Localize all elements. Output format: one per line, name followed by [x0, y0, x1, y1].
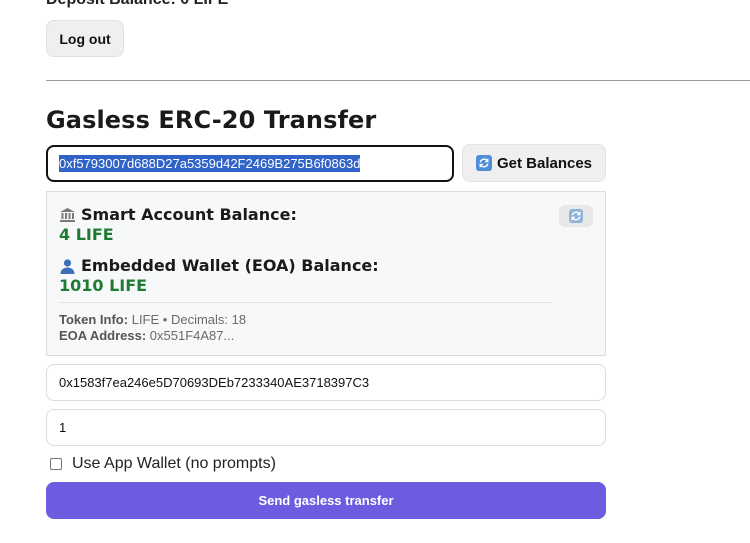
token-address-input[interactable]: 0xf5793007d688D27a5359d42F2469B275B6f086…	[46, 145, 454, 182]
token-info-line: Token Info: LIFE • Decimals: 18	[59, 312, 246, 327]
panel-refresh-button[interactable]	[559, 205, 593, 227]
section-title: Gasless ERC-20 Transfer	[46, 106, 377, 134]
amount-value: 1	[59, 420, 67, 435]
divider	[46, 80, 750, 81]
token-address-value: 0xf5793007d688D27a5359d42F2469B275B6f086…	[59, 155, 361, 172]
amount-input[interactable]: 1	[46, 409, 606, 446]
app-wallet-checkbox[interactable]	[50, 458, 62, 470]
recipient-address-input[interactable]: 0x1583f7ea246e5D70693DEb7233340AE3718397…	[46, 364, 606, 401]
panel-divider	[59, 302, 552, 303]
refresh-icon	[475, 155, 492, 171]
eoa-balance-label: Embedded Wallet (EOA) Balance:	[81, 256, 379, 275]
token-info-value: LIFE • Decimals: 18	[131, 312, 247, 327]
get-balances-label: Get Balances	[496, 154, 593, 172]
eoa-address-value: 0x551F4A87...	[149, 328, 235, 343]
app-wallet-label: Use App Wallet (no prompts)	[72, 455, 276, 472]
eoa-address-line: EOA Address: 0x551F4A87...	[59, 328, 234, 343]
bank-icon	[59, 207, 76, 223]
recipient-address-value: 0x1583f7ea246e5D70693DEb7233340AE3718397…	[59, 375, 370, 390]
page: Deposit Balance: 0 LIFE Log out Gasless …	[0, 0, 750, 543]
eoa-balance-value: 1010 LIFE	[59, 276, 148, 295]
refresh-icon	[569, 209, 583, 223]
get-balances-button[interactable]: Get Balances	[462, 144, 606, 182]
smart-account-balance-value: 4 LIFE	[59, 225, 114, 244]
send-gasless-transfer-button[interactable]: Send gasless transfer	[46, 482, 606, 519]
eoa-balance-label-row: Embedded Wallet (EOA) Balance:	[59, 256, 379, 275]
smart-account-balance-label-row: Smart Account Balance:	[59, 205, 297, 224]
eoa-address-label: EOA Address:	[59, 328, 147, 343]
user-icon	[59, 258, 76, 274]
deposit-balance-text: Deposit Balance: 0 LIFE	[46, 0, 228, 9]
logout-button[interactable]: Log out	[46, 20, 124, 57]
app-wallet-option: Use App Wallet (no prompts)	[50, 455, 276, 473]
smart-account-balance-label: Smart Account Balance:	[81, 205, 297, 224]
balances-panel: Smart Account Balance: 4 LIFE Embedded W…	[46, 191, 606, 356]
token-info-label: Token Info:	[59, 312, 129, 327]
